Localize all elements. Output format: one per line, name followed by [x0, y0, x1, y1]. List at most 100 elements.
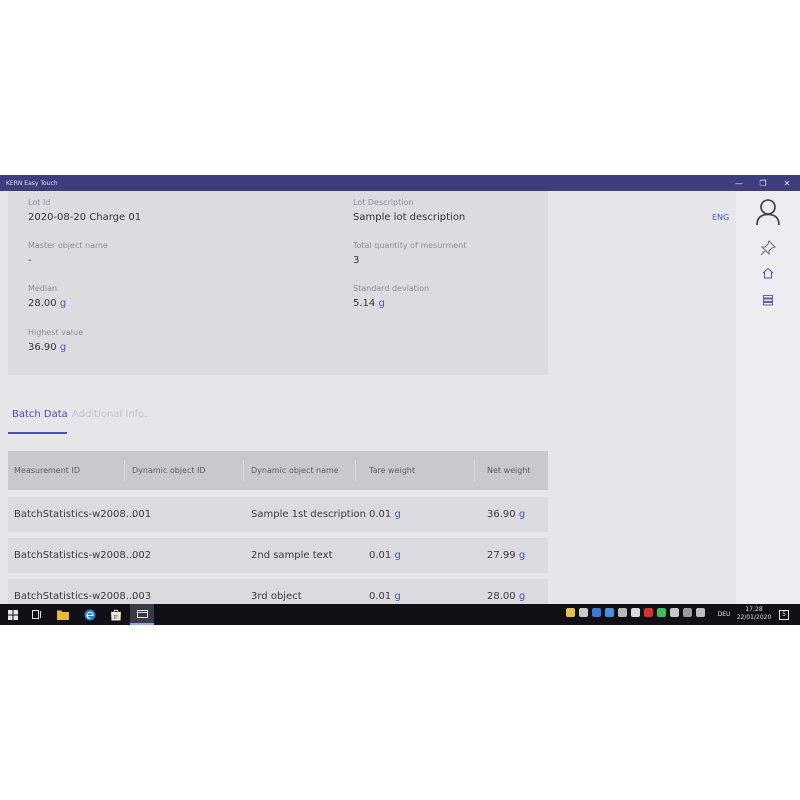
- tare-weight-unit: g: [394, 509, 401, 520]
- object-id-cell: 002: [132, 550, 152, 561]
- tare-weight-value: 0.01: [369, 550, 392, 561]
- highest-value: 36.90: [28, 342, 57, 353]
- net-weight-unit: g: [518, 591, 526, 602]
- object-id-cell: 003: [132, 591, 152, 602]
- measurement-id-cell: BatchStatistics-w2008...: [14, 550, 136, 561]
- highest-value-unit: g: [59, 342, 67, 353]
- table-row[interactable]: BatchStatistics-w2008... 001 Sample 1st …: [8, 497, 548, 532]
- home-icon[interactable]: [761, 266, 775, 280]
- minimize-button[interactable]: —: [728, 175, 750, 191]
- list-icon[interactable]: [761, 293, 775, 307]
- tray-icon[interactable]: [644, 608, 653, 617]
- table-row[interactable]: BatchStatistics-w2008... 002 2nd sample …: [8, 538, 548, 573]
- object-name-cell: 3rd object: [251, 591, 302, 602]
- standard-deviation-unit: g: [378, 298, 385, 309]
- net-weight-value: 36.90: [487, 509, 516, 520]
- input-language-indicator[interactable]: DEU: [713, 604, 735, 625]
- main-content: Lot Id 2020-08-20 Charge 01 Lot Descript…: [0, 191, 736, 604]
- column-header-measurement-id[interactable]: Measurement ID: [14, 451, 80, 490]
- pin-icon[interactable]: [759, 239, 777, 257]
- tray-icon[interactable]: [657, 608, 666, 617]
- right-navigation: [736, 191, 800, 604]
- file-explorer-icon[interactable]: [55, 604, 71, 625]
- lot-description-field: Lot Description Sample lot description: [353, 198, 465, 224]
- column-separator: [474, 460, 475, 481]
- standard-deviation-value: 5.14: [353, 298, 376, 309]
- cloud-tray-icon[interactable]: [618, 608, 627, 617]
- column-separator: [243, 460, 244, 481]
- net-weight-cell: 27.99 g: [487, 538, 525, 573]
- lot-description-label: Lot Description: [353, 198, 414, 207]
- start-icon[interactable]: [5, 604, 21, 625]
- app-window: KERN Easy Touch — ❐ ✕ Lot Id 2020-08-20 …: [0, 175, 800, 625]
- object-name-cell: 2nd sample text: [251, 550, 333, 561]
- store-icon[interactable]: [108, 604, 124, 625]
- lot-id-field: Lot Id 2020-08-20 Charge 01: [28, 198, 141, 224]
- column-separator: [355, 460, 356, 481]
- volume-icon[interactable]: [696, 608, 705, 617]
- taskbar-clock[interactable]: 17:28 22/01/2020: [736, 606, 772, 622]
- close-button[interactable]: ✕: [776, 175, 798, 191]
- column-header-object-id[interactable]: Dynamic object ID: [132, 451, 206, 490]
- tare-weight-cell: 0.01 g: [369, 497, 401, 532]
- notification-center-icon[interactable]: 5: [777, 604, 791, 625]
- highest-value-label: Highest value: [28, 328, 84, 337]
- language-selector[interactable]: ENG: [712, 213, 729, 222]
- clock-time: 17:28: [745, 606, 763, 613]
- tray-icon[interactable]: [592, 608, 601, 617]
- lot-description-value: Sample lot description: [353, 212, 466, 223]
- tare-weight-value: 0.01: [369, 509, 392, 520]
- tray-icon[interactable]: [605, 608, 614, 617]
- column-header-object-name[interactable]: Dynamic object name: [251, 451, 339, 490]
- tab-additional-info[interactable]: Additional Info.: [72, 409, 147, 421]
- master-object-field: Master object name -: [28, 241, 108, 267]
- network-icon[interactable]: [683, 608, 692, 617]
- maximize-button[interactable]: ❐: [752, 175, 774, 191]
- object-id-cell: 001: [132, 509, 152, 520]
- table-row[interactable]: BatchStatistics-w2008... 003 3rd object …: [8, 579, 548, 604]
- median-field: Median 28.00 g: [28, 284, 66, 310]
- tare-weight-cell: 0.01 g: [369, 579, 401, 604]
- tare-weight-unit: g: [394, 591, 401, 602]
- windows-taskbar: DEU 17:28 22/01/2020 5: [0, 604, 800, 625]
- measurement-id-cell: BatchStatistics-w2008...: [14, 509, 136, 520]
- column-header-tare-weight[interactable]: Tare weight: [369, 451, 415, 490]
- title-bar: KERN Easy Touch — ❐ ✕: [0, 175, 800, 191]
- standard-deviation-label: Standard deviation: [353, 284, 430, 293]
- standard-deviation-value-line: 5.14 g: [353, 298, 429, 310]
- tray-icon[interactable]: [579, 608, 588, 617]
- tare-weight-cell: 0.01 g: [369, 538, 401, 573]
- active-tab-indicator: [8, 432, 67, 434]
- total-quantity-field: Total quantity of mesurment 3: [353, 241, 466, 267]
- median-value-line: 28.00 g: [28, 298, 66, 310]
- tray-icon[interactable]: [670, 608, 679, 617]
- master-object-value: -: [28, 255, 32, 266]
- object-name-cell: Sample 1st description: [251, 509, 366, 520]
- median-label: Median: [28, 284, 58, 293]
- measurement-id-cell: BatchStatistics-w2008...: [14, 591, 136, 602]
- net-weight-value: 27.99: [487, 550, 516, 561]
- task-view-icon[interactable]: [29, 604, 45, 625]
- total-quantity-label: Total quantity of mesurment: [353, 241, 467, 250]
- edge-icon[interactable]: [82, 604, 98, 625]
- column-header-net-weight[interactable]: Net weight: [487, 451, 531, 490]
- lot-id-label: Lot Id: [28, 198, 51, 207]
- user-icon[interactable]: [754, 197, 782, 227]
- kern-app-icon[interactable]: [130, 604, 154, 625]
- security-tray-icon[interactable]: [566, 608, 575, 617]
- tab-batch-data[interactable]: Batch Data: [12, 409, 68, 421]
- net-weight-unit: g: [518, 550, 526, 561]
- tare-weight-unit: g: [394, 550, 401, 561]
- table-header: Measurement ID Dynamic object ID Dynamic…: [8, 451, 548, 490]
- standard-deviation-field: Standard deviation 5.14 g: [353, 284, 429, 310]
- master-object-label: Master object name: [28, 241, 108, 250]
- notification-count: 5: [779, 609, 789, 620]
- highest-value-field: Highest value 36.90 g: [28, 328, 83, 354]
- clock-date: 22/01/2020: [736, 614, 772, 621]
- net-weight-cell: 36.90 g: [487, 497, 525, 532]
- net-weight-unit: g: [518, 509, 526, 520]
- net-weight-cell: 28.00 g: [487, 579, 525, 604]
- tray-icon[interactable]: [631, 608, 640, 617]
- median-value: 28.00: [28, 298, 57, 309]
- total-quantity-value: 3: [353, 255, 360, 266]
